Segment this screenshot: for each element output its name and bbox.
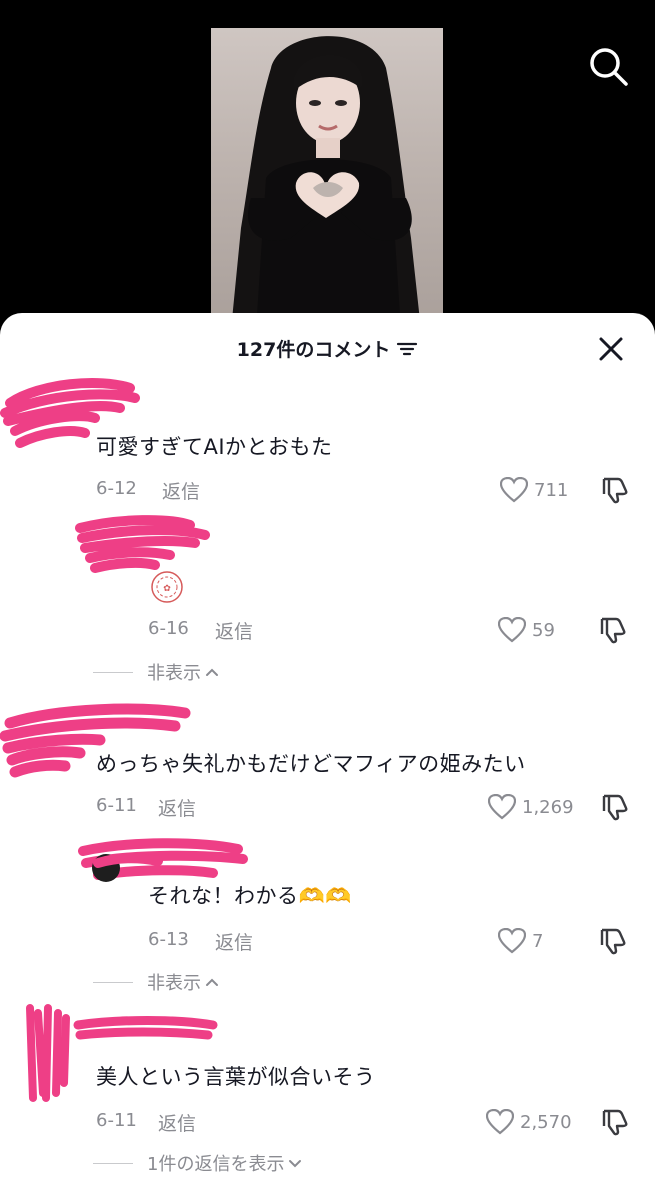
comments-sheet: 127件のコメント 可愛すぎてAIかとおもた 6-12 返信 711 ✿ 6-1… bbox=[0, 313, 655, 1200]
show-replies-toggle[interactable]: 1件の返信を表示 bbox=[93, 1150, 302, 1176]
comment-text: 美人という言葉が似合いそう bbox=[96, 1065, 376, 1089]
comment-item: 美人という言葉が似合いそう 6-11 返信 2,570 1件の返信を表示 bbox=[0, 1003, 655, 1193]
hide-label: 非表示 bbox=[147, 663, 201, 684]
divider bbox=[93, 1162, 133, 1164]
heart-icon bbox=[498, 617, 526, 643]
heart-icon bbox=[500, 477, 528, 503]
reply-button[interactable]: 返信 bbox=[215, 617, 253, 644]
chevron-up-icon bbox=[206, 978, 218, 986]
dislike-button[interactable] bbox=[598, 615, 628, 645]
comment-text: それな！わかる🫶🫶 bbox=[148, 884, 352, 908]
reply-item: ✿ 6-16 返信 59 非表示 bbox=[0, 513, 655, 685]
close-icon bbox=[599, 337, 623, 361]
like-count: 59 bbox=[532, 619, 555, 641]
dislike-button[interactable] bbox=[600, 792, 630, 822]
comment-text: 可愛すぎてAIかとおもた bbox=[96, 435, 333, 459]
svg-text:✿: ✿ bbox=[163, 584, 171, 594]
comment-text: めっちゃ失礼かもだけどマフィアの姫みたい bbox=[96, 752, 526, 776]
like-button[interactable]: 1,269 bbox=[488, 792, 574, 822]
close-button[interactable] bbox=[597, 335, 625, 363]
like-button[interactable]: 711 bbox=[500, 475, 568, 505]
comment-date: 6-16 bbox=[148, 618, 189, 639]
hide-label: 非表示 bbox=[147, 973, 201, 994]
hide-replies-toggle[interactable]: 非表示 bbox=[93, 969, 219, 995]
show-replies-label: 1件の返信を表示 bbox=[147, 1154, 285, 1175]
reply-button[interactable]: 返信 bbox=[158, 794, 196, 821]
person-image bbox=[231, 36, 421, 330]
redaction-scribble bbox=[75, 515, 210, 573]
chevron-down-icon bbox=[289, 1160, 302, 1168]
divider bbox=[93, 981, 133, 983]
heart-icon bbox=[498, 928, 526, 954]
like-count: 1,269 bbox=[522, 796, 574, 818]
chevron-up-icon bbox=[206, 668, 218, 676]
thumbs-down-icon bbox=[602, 477, 628, 504]
comment-count-label: 127件のコメント bbox=[236, 339, 391, 361]
screen: 127件のコメント 可愛すぎてAIかとおもた 6-12 返信 711 ✿ 6-1… bbox=[0, 0, 655, 1200]
reply-button[interactable]: 返信 bbox=[215, 928, 253, 955]
dislike-button[interactable] bbox=[600, 475, 630, 505]
dislike-button[interactable] bbox=[600, 1107, 630, 1137]
like-count: 711 bbox=[534, 479, 569, 501]
thumbs-down-icon bbox=[602, 1109, 628, 1136]
heart-icon bbox=[486, 1109, 514, 1135]
video-player[interactable] bbox=[0, 0, 655, 330]
search-icon bbox=[590, 48, 628, 86]
like-count: 2,570 bbox=[520, 1111, 572, 1133]
reply-button[interactable]: 返信 bbox=[162, 477, 200, 504]
comment-count-title[interactable]: 127件のコメント bbox=[0, 335, 655, 362]
like-button[interactable]: 7 bbox=[498, 926, 543, 956]
comment-item: 可愛すぎてAIかとおもた 6-12 返信 711 bbox=[0, 373, 655, 523]
thumbs-down-icon bbox=[600, 928, 626, 955]
comment-item: めっちゃ失礼かもだけどマフィアの姫みたい 6-11 返信 1,269 bbox=[0, 698, 655, 828]
comment-date: 6-11 bbox=[96, 795, 137, 816]
heart-icon bbox=[488, 794, 516, 820]
search-button[interactable] bbox=[588, 46, 630, 88]
dislike-button[interactable] bbox=[598, 926, 628, 956]
comment-date: 6-12 bbox=[96, 478, 137, 499]
like-count: 7 bbox=[532, 930, 544, 952]
divider bbox=[93, 671, 133, 673]
hide-replies-toggle[interactable]: 非表示 bbox=[93, 659, 219, 685]
filter-lines-icon[interactable] bbox=[396, 340, 418, 358]
like-button[interactable]: 2,570 bbox=[486, 1107, 572, 1137]
thumbs-down-icon bbox=[602, 794, 628, 821]
video-thumbnail[interactable] bbox=[211, 28, 443, 330]
sakura-stamp-icon: ✿ bbox=[148, 568, 186, 606]
thumbs-down-icon bbox=[600, 617, 626, 644]
reply-item: それな！わかる🫶🫶 6-13 返信 7 非表示 bbox=[0, 833, 655, 1003]
reply-button[interactable]: 返信 bbox=[158, 1109, 196, 1136]
like-button[interactable]: 59 bbox=[498, 615, 555, 645]
comment-date: 6-13 bbox=[148, 929, 189, 950]
comment-date: 6-11 bbox=[96, 1110, 137, 1131]
